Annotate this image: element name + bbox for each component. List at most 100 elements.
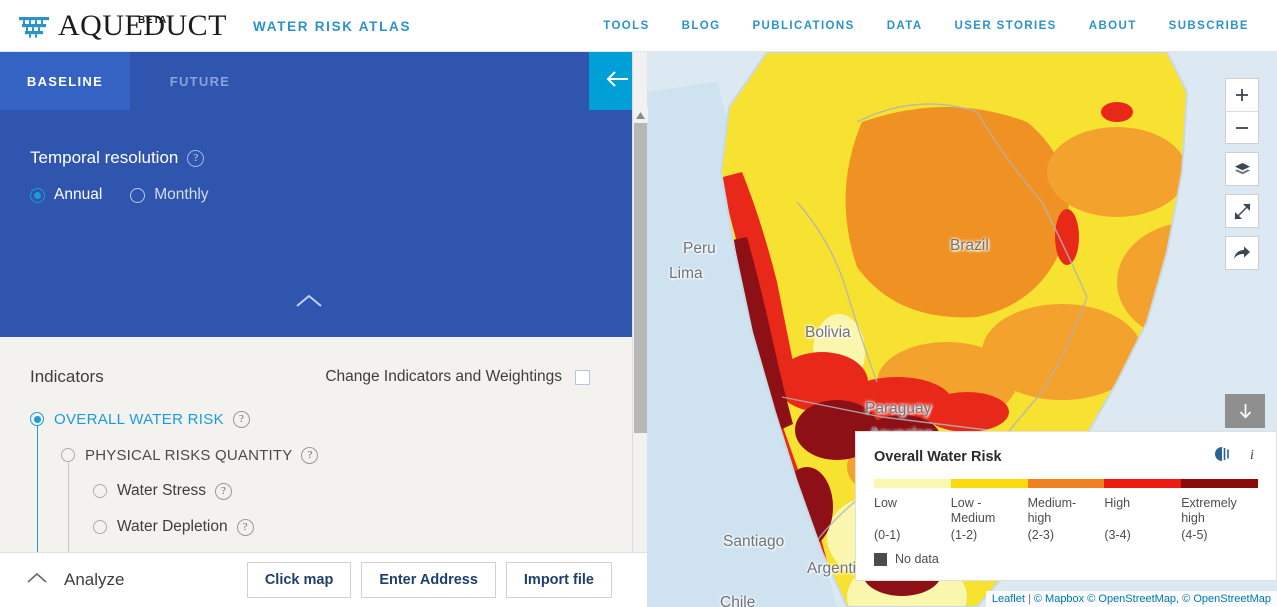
left-control-panel: BASELINE FUTURE Temporal resolution ? An…	[0, 52, 648, 607]
compare-split-icon[interactable]	[1213, 446, 1232, 467]
attribution-osm-2[interactable]: © OpenStreetMap	[1182, 593, 1271, 605]
indicators-title: Indicators	[30, 367, 104, 386]
collapse-arrows-icon[interactable]	[1226, 195, 1258, 227]
attribution-leaflet[interactable]: Leaflet	[992, 593, 1025, 605]
legend-title: Overall Water Risk	[874, 448, 1002, 465]
fit-screen-control	[1225, 194, 1259, 228]
brand-logo[interactable]: AQUEDUCT BETA	[0, 10, 227, 41]
legend-swatch-medium-high	[1027, 479, 1105, 488]
legend-class-range: (4-5)	[1181, 528, 1208, 542]
legend-class-medium-high: Medium-high (2-3)	[1028, 496, 1105, 542]
zoom-in-icon[interactable]	[1226, 79, 1258, 111]
question-mark-icon[interactable]: ?	[232, 410, 250, 428]
legend-class-label: High	[1104, 496, 1131, 510]
radio-label-monthly: Monthly	[154, 186, 209, 203]
temporal-resolution-options: Annual Monthly	[0, 168, 632, 204]
legend-class-label: Low	[874, 496, 897, 510]
scroll-down-button[interactable]	[1225, 394, 1265, 428]
layers-control	[1225, 152, 1259, 186]
legend-class-high: High (3-4)	[1104, 496, 1181, 542]
site-subtitle: WATER RISK ATLAS	[253, 19, 412, 34]
legend-swatch-high	[1104, 479, 1182, 488]
nav-item-subscribe[interactable]: SUBSCRIBE	[1153, 14, 1265, 38]
chevron-up-icon	[26, 571, 48, 589]
main-nav: TOOLS BLOG PUBLICATIONS DATA USER STORIE…	[587, 14, 1277, 38]
attribution-separator: |	[1027, 593, 1031, 605]
tab-future[interactable]: FUTURE	[130, 52, 270, 110]
enter-address-button[interactable]: Enter Address	[361, 562, 496, 598]
question-mark-icon[interactable]: ?	[215, 482, 232, 500]
site-header: AQUEDUCT BETA WATER RISK ATLAS TOOLS BLO…	[0, 0, 1277, 52]
indicators-header: Indicators Change Indicators and Weighti…	[0, 337, 632, 387]
question-mark-icon[interactable]: ?	[236, 518, 254, 536]
legend-color-bar	[874, 479, 1258, 488]
arrow-left-icon	[605, 69, 631, 94]
attribution-mapbox[interactable]: © Mapbox	[1034, 593, 1084, 605]
analyze-toolbar: Analyze Click map Enter Address Import f…	[0, 552, 647, 607]
radio-indicator-monthly	[130, 187, 146, 203]
indicator-label: Water Depletion	[117, 518, 228, 535]
aqueduct-arches-icon	[16, 14, 52, 40]
map-legend: Overall Water Risk i Low (0-1) Low - Med…	[855, 431, 1277, 581]
share-arrow-icon[interactable]	[1226, 237, 1258, 269]
map-viewport[interactable]: Peru Lima Brazil Bolivia Paraguay Asunci…	[647, 52, 1277, 607]
indicator-option-water-depletion[interactable]: Water Depletion ?	[30, 509, 632, 545]
legend-swatch-low-medium	[950, 479, 1028, 488]
zoom-out-icon[interactable]	[1226, 111, 1258, 143]
collapse-temporal-button[interactable]	[0, 294, 617, 313]
scrollbar-thumb[interactable]	[634, 123, 647, 433]
legend-swatch-extremely-high	[1181, 479, 1258, 488]
scenario-tab-bar: BASELINE FUTURE	[0, 52, 647, 110]
temporal-resolution-section: Temporal resolution ? Annual Monthly	[0, 110, 632, 337]
map-attribution: Leaflet | © Mapbox © OpenStreetMap, © Op…	[985, 591, 1277, 607]
indicator-label: OVERALL WATER RISK	[54, 410, 224, 428]
nav-item-data[interactable]: DATA	[871, 14, 939, 38]
no-data-label: No data	[895, 552, 939, 566]
nav-item-tools[interactable]: TOOLS	[587, 14, 665, 38]
app-root: AQUEDUCT BETA WATER RISK ATLAS TOOLS BLO…	[0, 0, 1277, 607]
legend-class-range: (2-3)	[1027, 528, 1054, 542]
analyze-actions: Click map Enter Address Import file	[246, 562, 647, 598]
import-file-button[interactable]: Import file	[505, 562, 612, 598]
beta-badge: BETA	[138, 14, 167, 26]
layers-icon[interactable]	[1226, 153, 1258, 185]
indicator-option-water-stress[interactable]: Water Stress ?	[30, 473, 632, 509]
analyze-label: Analyze	[64, 570, 125, 589]
radio-option-annual[interactable]: Annual	[30, 186, 102, 204]
nav-item-blog[interactable]: BLOG	[666, 14, 737, 38]
question-mark-icon[interactable]: ?	[187, 149, 205, 167]
zoom-controls	[1225, 78, 1259, 144]
click-map-button[interactable]: Click map	[246, 562, 352, 598]
change-weightings-checkbox[interactable]	[575, 369, 590, 385]
legend-class-range: (3-4)	[1104, 528, 1131, 542]
tab-baseline[interactable]: BASELINE	[0, 52, 130, 110]
question-mark-icon[interactable]: ?	[301, 446, 319, 464]
legend-class-low-medium: Low - Medium (1-2)	[951, 496, 1028, 542]
radio-indicator-annual	[30, 187, 45, 203]
legend-swatch-low	[874, 479, 951, 488]
temporal-resolution-header: Temporal resolution ?	[0, 110, 632, 168]
nav-item-about[interactable]: ABOUT	[1073, 14, 1153, 38]
share-control	[1225, 236, 1259, 270]
nav-item-publications[interactable]: PUBLICATIONS	[736, 14, 870, 38]
scrollbar-up-arrow[interactable]	[633, 108, 648, 122]
panel-scrollbar[interactable]	[632, 52, 648, 607]
analyze-collapse-toggle[interactable]: Analyze	[0, 570, 124, 590]
temporal-resolution-title: Temporal resolution	[30, 148, 179, 167]
attribution-osm-1[interactable]: © OpenStreetMap,	[1087, 593, 1179, 605]
nav-item-user-stories[interactable]: USER STORIES	[939, 14, 1073, 38]
legend-header: Overall Water Risk i	[874, 446, 1258, 467]
radio-option-monthly[interactable]: Monthly	[130, 186, 209, 204]
change-indicators-weightings-label: Change Indicators and Weightings	[325, 368, 562, 385]
indicator-option-physical-risks-quantity[interactable]: PHYSICAL RISKS QUANTITY ?	[30, 437, 632, 473]
chevron-up-icon	[295, 294, 323, 313]
legend-class-low: Low (0-1)	[874, 496, 951, 542]
legend-no-data: No data	[874, 552, 1258, 566]
legend-class-label: Low - Medium	[950, 496, 996, 525]
info-italic-icon[interactable]: i	[1248, 446, 1258, 467]
legend-class-label: Extremely high	[1181, 496, 1237, 525]
indicator-option-overall-water-risk[interactable]: OVERALL WATER RISK ?	[30, 401, 632, 437]
legend-class-range: (1-2)	[950, 528, 978, 542]
change-indicators-weightings-toggle[interactable]: Change Indicators and Weightings	[325, 368, 590, 386]
radio-indicator-overall-water-risk	[30, 412, 44, 426]
